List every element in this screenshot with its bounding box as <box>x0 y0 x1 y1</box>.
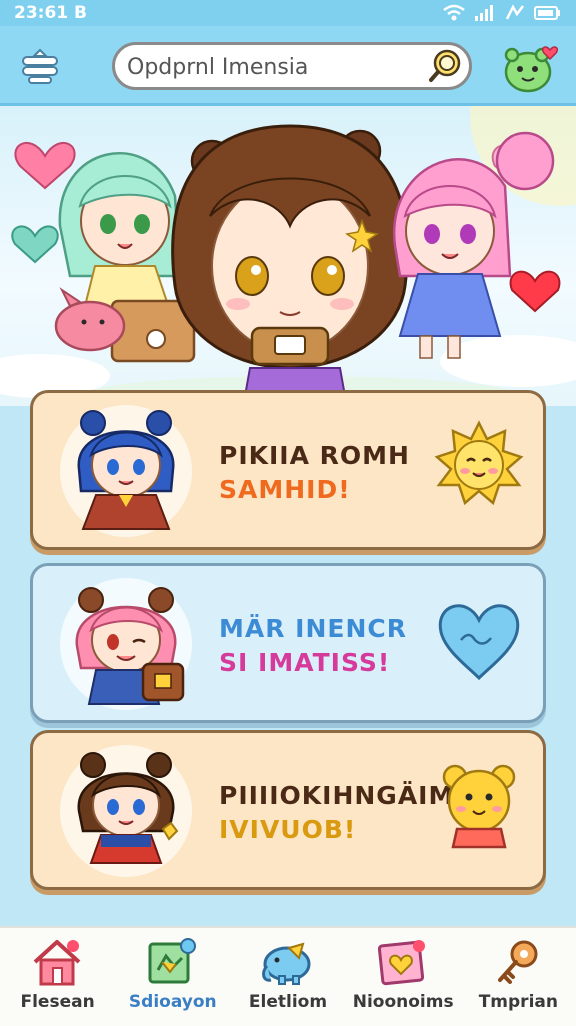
nav-item-2[interactable]: Sdioayon <box>115 928 230 1026</box>
nav-item-3[interactable]: Eletliom <box>230 928 345 1026</box>
key-icon <box>497 940 538 984</box>
card-1-title: PIKIIA ROMH <box>219 441 410 470</box>
nav-label-4: Nioonoims <box>352 992 454 1012</box>
house-icon <box>33 940 81 986</box>
yellow-bear-icon <box>442 764 516 849</box>
card-2-subtitle: SI IMATISS! <box>219 648 391 677</box>
sun-smiley-icon <box>434 420 524 506</box>
signal-icon <box>475 5 493 21</box>
nav-item-1[interactable]: Flesean <box>0 928 115 1026</box>
menu-button[interactable] <box>20 46 60 86</box>
blue-hair-girl-avatar-icon <box>60 405 192 537</box>
bottom-navigation: Flesean Sdioayon Eletliom Nioonoims Tmpr… <box>0 926 576 1026</box>
elephant-icon <box>262 942 311 985</box>
feature-card-1[interactable]: PIKIIA ROMH SAMHID! <box>30 390 546 550</box>
profile-pet-button[interactable] <box>500 40 562 96</box>
menu-icon <box>22 48 58 84</box>
nav-label-3: Eletliom <box>248 992 328 1012</box>
green-pet-heart-icon <box>504 46 559 93</box>
battery-icon <box>534 6 560 20</box>
network-icon <box>505 4 524 20</box>
card-2-title: MÄR INENCR <box>219 614 408 643</box>
search-input[interactable] <box>125 50 429 84</box>
nav-label-2: Sdioayon <box>128 992 217 1012</box>
brown-hair-girl-avatar-icon <box>60 745 192 877</box>
wifi-icon <box>443 4 465 21</box>
card-1-subtitle: SAMHID! <box>219 475 351 504</box>
pink-hair-girl-avatar-icon <box>60 578 192 710</box>
card-3-subtitle: IVIVUOB! <box>219 815 357 844</box>
nav-item-5[interactable]: Tmprian <box>461 928 576 1026</box>
nav-label-1: Flesean <box>20 992 95 1012</box>
search-bar[interactable] <box>112 42 472 90</box>
status-time: 23:61 B <box>14 3 87 23</box>
blue-heart-icon <box>438 604 520 681</box>
heart-board-icon <box>377 940 425 986</box>
status-bar: 23:61 B <box>0 0 576 26</box>
hero-scene-art <box>0 106 576 406</box>
card-3-title: PIIIIOKIHNGÄIM <box>219 781 455 810</box>
feature-card-2[interactable]: MÄR INENCR SI IMATISS! <box>30 563 546 723</box>
hero-illustration <box>0 106 576 406</box>
nav-label-5: Tmprian <box>478 992 558 1012</box>
top-bar <box>0 26 576 106</box>
search-button[interactable] <box>427 47 465 85</box>
book-map-icon <box>148 938 197 984</box>
nav-item-4[interactable]: Nioonoims <box>346 928 461 1026</box>
search-icon <box>429 49 461 82</box>
feature-card-3[interactable]: PIIIIOKIHNGÄIM IVIVUOB! <box>30 730 546 890</box>
